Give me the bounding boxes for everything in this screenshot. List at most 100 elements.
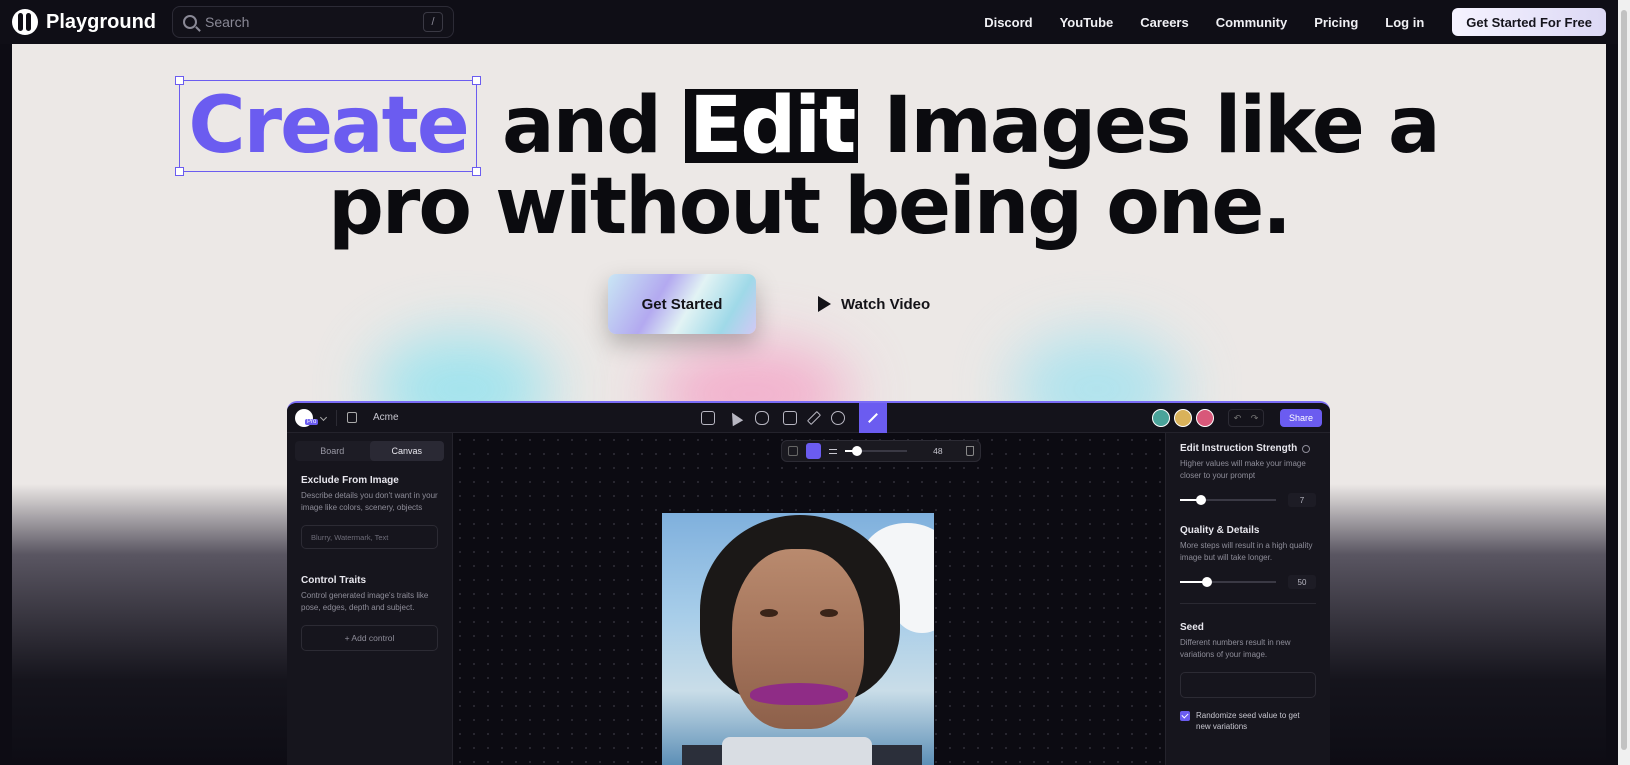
exclude-input[interactable]: Blurry, Watermark, Text [301,525,438,549]
share-button[interactable]: Share [1279,409,1322,427]
seed-input[interactable] [1180,672,1316,698]
brand-name: Playground [46,10,157,33]
headline-line-1: Create and Edit Images like a [12,76,1606,176]
brush-size-value[interactable]: 48 [927,446,948,456]
nav-link-discord[interactable]: Discord [984,15,1032,30]
playground-logo-icon [12,9,38,35]
sidebar-toggle-icon[interactable] [347,412,357,423]
undo-redo[interactable]: ↶ ↷ [1227,409,1264,427]
nav-link-youtube[interactable]: YouTube [1060,15,1114,30]
strength-title-text: Edit Instruction Strength [1180,443,1298,454]
seed-title: Seed [1180,622,1204,633]
add-control-button[interactable]: + Add control [301,625,438,651]
tab-canvas[interactable]: Canvas [369,441,444,461]
divider [336,409,337,426]
get-started-button[interactable]: Get Started [608,274,756,334]
quality-slider[interactable] [1180,577,1276,587]
collaboration-controls: ↶ ↷ Share [1151,403,1322,433]
strength-row: 7 [1180,493,1316,507]
exclude-title: Exclude From Image [301,475,399,486]
info-icon[interactable] [1302,444,1311,453]
brand[interactable]: Playground [12,9,156,35]
redo-icon[interactable]: ↷ [1251,413,1259,424]
pro-badge: Pro [305,418,319,425]
headline-rest: Images like a [858,81,1440,171]
canvas-area[interactable]: 48 [453,433,1165,765]
undo-icon[interactable]: ↶ [1234,413,1242,424]
control-traits-description: Control generated image's traits like po… [301,591,429,612]
search-box[interactable]: Search / [172,6,455,38]
search-icon [183,15,198,29]
editor-preview: Pro Acme ↶ ↷ Share Board Canvas Exclude … [287,401,1330,765]
quality-value[interactable]: 50 [1288,575,1316,589]
edit-brush-tool-icon[interactable] [859,403,887,433]
scrollbar[interactable] [1618,0,1630,765]
quality-row: 50 [1180,575,1316,589]
scrollbar-thumb[interactable] [1621,10,1627,750]
randomize-seed-checkbox[interactable] [1180,711,1190,721]
page: Playground Search / Discord YouTube Care… [0,0,1630,765]
get-started-free-button[interactable]: Get Started For Free [1452,8,1606,36]
editor-topbar: Pro Acme ↶ ↷ Share [287,403,1330,433]
chevron-down-icon[interactable] [319,413,328,422]
strength-slider[interactable] [1180,495,1276,505]
quality-knob[interactable] [1201,577,1212,587]
editor-tools [701,403,887,433]
pencil-tool-icon[interactable] [806,410,822,426]
create-text: Create [188,81,469,171]
top-nav: Playground Search / Discord YouTube Care… [0,0,1618,44]
nav-link-careers[interactable]: Careers [1140,15,1188,30]
eye-left [760,609,778,617]
nav-link-community[interactable]: Community [1216,15,1288,30]
eye-right [820,609,838,617]
exclude-description: Describe details you don't want in your … [301,491,438,512]
control-traits-title: Control Traits [301,575,367,586]
seed-description: Different numbers result in new variatio… [1180,638,1291,659]
nav-links: Discord YouTube Careers Community Pricin… [984,15,1424,30]
tab-board[interactable]: Board [295,441,370,461]
quality-description: More steps will result in a high quality… [1180,541,1313,562]
mask-tool-icon[interactable] [788,446,798,456]
portrait-image[interactable] [662,513,934,765]
select-tool-icon[interactable] [726,409,744,427]
right-panel: Edit Instruction Strength Higher values … [1165,433,1330,765]
headline-line-2: pro without being one. [328,162,1292,252]
collar [722,737,872,765]
nav-link-login[interactable]: Log in [1385,15,1424,30]
selection-handle-tr[interactable] [471,76,481,85]
play-icon [818,296,831,312]
add-image-tool-icon[interactable] [783,411,797,425]
nav-link-pricing[interactable]: Pricing [1314,15,1358,30]
brush-icon[interactable] [805,443,821,459]
divider [1180,603,1316,604]
purple-mustache [750,683,848,705]
watch-video-label: Watch Video [841,295,931,313]
view-tabs: Board Canvas [295,441,444,461]
randomize-seed-label: Randomize seed value to get new variatio… [1196,711,1300,731]
search-placeholder: Search [205,14,250,30]
strength-value[interactable]: 7 [1288,493,1316,507]
left-panel: Board Canvas Exclude From Image Describe… [287,433,453,765]
app-logo-icon[interactable]: Pro [295,408,319,427]
strength-description: Higher values will make your image close… [1180,459,1306,480]
avatar[interactable] [1173,409,1192,427]
new-image-tool-icon[interactable] [701,411,715,425]
hand-tool-icon[interactable] [755,411,769,425]
brush-toolbar: 48 [781,440,981,462]
selection-handle-tl[interactable] [175,76,185,85]
avatar[interactable] [1195,409,1214,427]
brush-size-slider[interactable] [844,446,908,456]
strength-knob[interactable] [1196,495,1207,505]
project-name[interactable]: Acme [373,412,399,423]
brush-size-icon [828,448,837,454]
randomize-seed-option[interactable]: Randomize seed value to get new variatio… [1180,710,1316,732]
headline-word-create: Create [175,76,481,176]
trash-icon[interactable] [966,446,974,456]
headline-and: and [476,81,686,171]
watch-video-button[interactable]: Watch Video [818,286,930,322]
brush-size-knob[interactable] [852,446,863,456]
quality-title: Quality & Details [1180,525,1260,536]
fill-tool-icon[interactable] [831,411,845,425]
strength-title: Edit Instruction Strength [1180,443,1316,454]
avatar[interactable] [1151,409,1170,427]
